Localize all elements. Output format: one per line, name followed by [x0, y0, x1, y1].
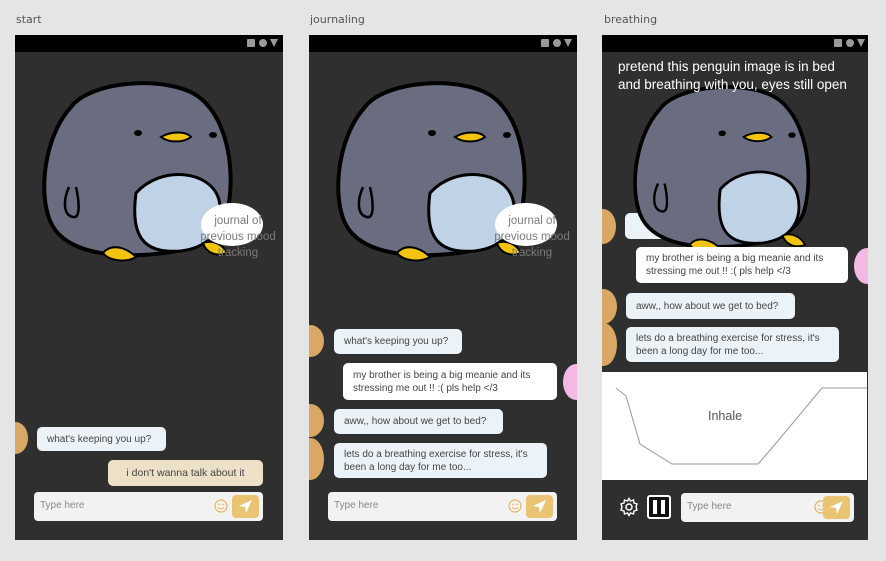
mood-journal-bubble[interactable]: journal of previous mood tracking: [200, 203, 276, 259]
send-button[interactable]: [232, 495, 259, 518]
bot-message: lets do a breathing exercise for stress,…: [626, 327, 839, 362]
send-icon: [830, 501, 843, 514]
back-icon: [857, 39, 865, 47]
send-button[interactable]: [823, 496, 850, 519]
home-icon: [553, 39, 561, 47]
bot-message: what's keeping you up?: [37, 427, 166, 451]
status-bar: [602, 35, 868, 52]
mood-journal-label: journal of previous mood tracking: [494, 215, 570, 259]
pause-button[interactable]: [647, 495, 671, 519]
home-icon: [846, 39, 854, 47]
user-avatar: [563, 364, 577, 400]
bot-avatar: [602, 209, 616, 244]
bot-avatar: [309, 404, 324, 437]
recent-apps-icon: [834, 39, 842, 47]
quick-reply-button[interactable]: i don't wanna talk about it: [108, 460, 263, 486]
back-icon: [270, 39, 278, 47]
settings-gear-icon[interactable]: [619, 497, 639, 517]
breathing-exercise-panel: Inhale: [602, 372, 867, 480]
phone-frame-breathing: pretend this penguin image is in bed and…: [602, 35, 868, 540]
bot-avatar: [602, 323, 617, 366]
message-input[interactable]: Type here: [34, 492, 263, 521]
bot-message: lets do a breathing exercise for stress,…: [334, 443, 547, 478]
breathing-intro-text: pretend this penguin image is in bed and…: [618, 59, 847, 92]
bot-message: what's keeping you up?: [334, 329, 462, 354]
bot-avatar: [309, 325, 324, 357]
bot-avatar: [602, 289, 617, 324]
status-bar: [15, 35, 283, 52]
bot-avatar: [309, 438, 324, 480]
message-input-placeholder: Type here: [687, 501, 732, 512]
frame-label-breathing: breathing: [604, 13, 658, 26]
send-icon: [239, 500, 252, 513]
phone-frame-start: journal of previous mood tracking what's…: [15, 35, 283, 540]
phone-frame-journaling: journal of previous mood tracking what's…: [309, 35, 577, 540]
frame-label-start: start: [16, 13, 42, 26]
bot-message: aww,, how about we get to bed?: [334, 409, 503, 434]
back-icon: [564, 39, 572, 47]
message-input[interactable]: Type here: [681, 493, 854, 522]
send-icon: [533, 500, 546, 513]
user-avatar: [854, 248, 868, 284]
inhale-label: Inhale: [708, 409, 743, 423]
message-input[interactable]: Type here: [328, 492, 557, 521]
send-button[interactable]: [526, 495, 553, 518]
recent-apps-icon: [247, 39, 255, 47]
status-bar: [309, 35, 577, 52]
recent-apps-icon: [541, 39, 549, 47]
emoji-icon[interactable]: [508, 499, 522, 513]
bot-message: aww,, how about we get to bed?: [626, 293, 795, 319]
home-icon: [259, 39, 267, 47]
mood-journal-label: journal of previous mood tracking: [200, 215, 276, 259]
pause-icon: [653, 500, 665, 514]
frame-label-journaling: journaling: [310, 13, 365, 26]
message-input-placeholder: Type here: [334, 500, 379, 511]
penguin-image: [633, 85, 811, 253]
breathing-curve: [615, 387, 867, 465]
mood-journal-bubble[interactable]: journal of previous mood tracking: [494, 203, 570, 259]
user-message: my brother is being a big meanie and its…: [343, 363, 557, 400]
message-input-placeholder: Type here: [40, 500, 85, 511]
bot-avatar: [15, 422, 28, 454]
user-message: my brother is being a big meanie and its…: [636, 247, 848, 283]
emoji-icon[interactable]: [214, 499, 228, 513]
